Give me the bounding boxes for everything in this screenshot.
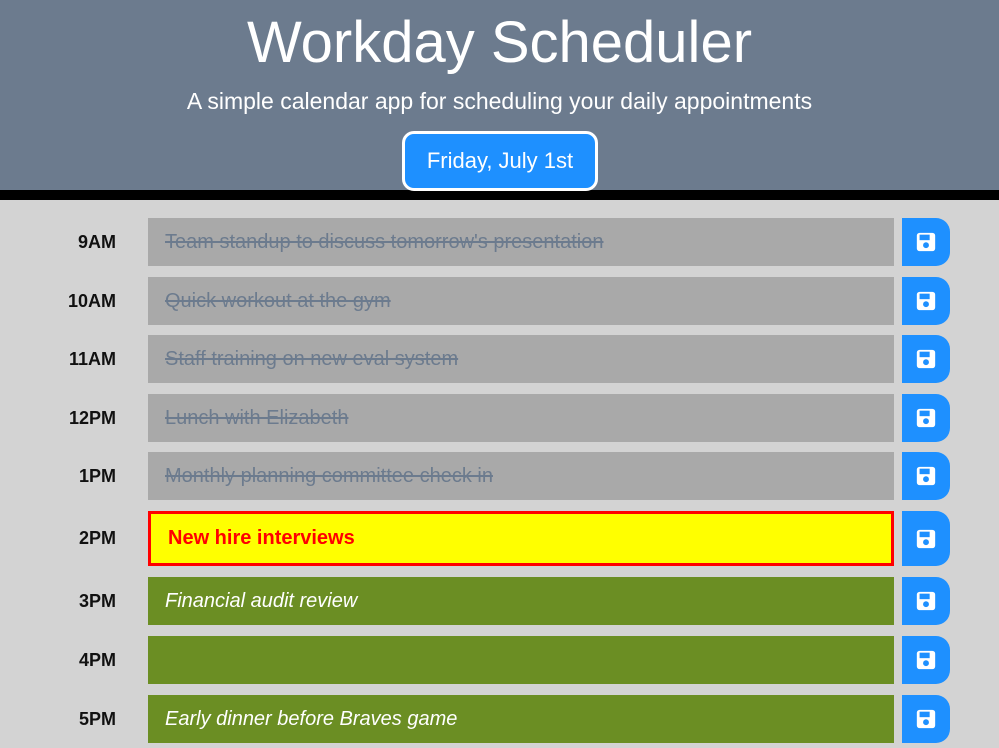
event-description-input[interactable]: Monthly planning committee check in bbox=[148, 452, 894, 500]
time-block-11am: 11AM Staff training on new eval system bbox=[0, 335, 999, 383]
event-description-input[interactable] bbox=[148, 636, 894, 684]
hour-label: 4PM bbox=[78, 650, 116, 670]
floppy-disk-icon bbox=[916, 408, 936, 428]
save-button[interactable] bbox=[902, 335, 950, 383]
event-description-input[interactable]: Staff training on new eval system bbox=[148, 335, 894, 383]
floppy-disk-icon bbox=[916, 232, 936, 252]
floppy-disk-icon bbox=[916, 349, 936, 369]
app-title: Workday Scheduler bbox=[246, 10, 753, 75]
hour-label: 2PM bbox=[78, 528, 116, 548]
floppy-disk-icon bbox=[916, 466, 936, 486]
event-description-input[interactable]: Early dinner before Braves game bbox=[148, 695, 894, 743]
app-subtitle: A simple calendar app for scheduling you… bbox=[186, 88, 813, 114]
time-block-3pm: 3PM Financial audit review bbox=[0, 577, 999, 625]
save-button[interactable] bbox=[902, 577, 950, 625]
time-block-1pm: 1PM Monthly planning committee check in bbox=[0, 452, 999, 500]
current-date-badge: Friday, July 1st bbox=[402, 131, 598, 191]
time-block-12pm: 12PM Lunch with Elizabeth bbox=[0, 394, 999, 442]
floppy-disk-icon bbox=[916, 529, 936, 548]
event-description-input[interactable]: Quick workout at the gym bbox=[148, 277, 894, 325]
time-block-2pm: 2PM New hire interviews bbox=[0, 511, 999, 566]
event-description-input[interactable]: Lunch with Elizabeth bbox=[148, 394, 894, 442]
save-button[interactable] bbox=[902, 452, 950, 500]
time-block-4pm: 4PM bbox=[0, 636, 999, 684]
event-description-input[interactable]: Team standup to discuss tomorrow's prese… bbox=[148, 218, 894, 266]
hour-label: 10AM bbox=[67, 291, 116, 311]
hour-label: 3PM bbox=[78, 591, 116, 611]
header: Workday Scheduler A simple calendar app … bbox=[0, 0, 999, 200]
hour-label: 5PM bbox=[78, 709, 116, 729]
hour-label: 11AM bbox=[68, 349, 116, 369]
save-button[interactable] bbox=[902, 394, 950, 442]
time-block-9am: 9AM Team standup to discuss tomorrow's p… bbox=[0, 218, 999, 266]
time-block-10am: 10AM Quick workout at the gym bbox=[0, 277, 999, 325]
save-button[interactable] bbox=[902, 695, 950, 743]
hour-label: 12PM bbox=[68, 408, 116, 428]
event-description-input[interactable]: New hire interviews bbox=[148, 511, 894, 566]
time-block-5pm: 5PM Early dinner before Braves game bbox=[0, 695, 999, 743]
floppy-disk-icon bbox=[916, 709, 936, 729]
save-button[interactable] bbox=[902, 511, 950, 566]
save-button[interactable] bbox=[902, 218, 950, 266]
hour-label: 1PM bbox=[78, 466, 116, 486]
save-button[interactable] bbox=[902, 277, 950, 325]
floppy-disk-icon bbox=[916, 291, 936, 311]
save-button[interactable] bbox=[902, 636, 950, 684]
event-description-input[interactable]: Financial audit review bbox=[148, 577, 894, 625]
hour-label: 9AM bbox=[77, 232, 116, 252]
floppy-disk-icon bbox=[916, 650, 936, 670]
floppy-disk-icon bbox=[916, 591, 936, 611]
